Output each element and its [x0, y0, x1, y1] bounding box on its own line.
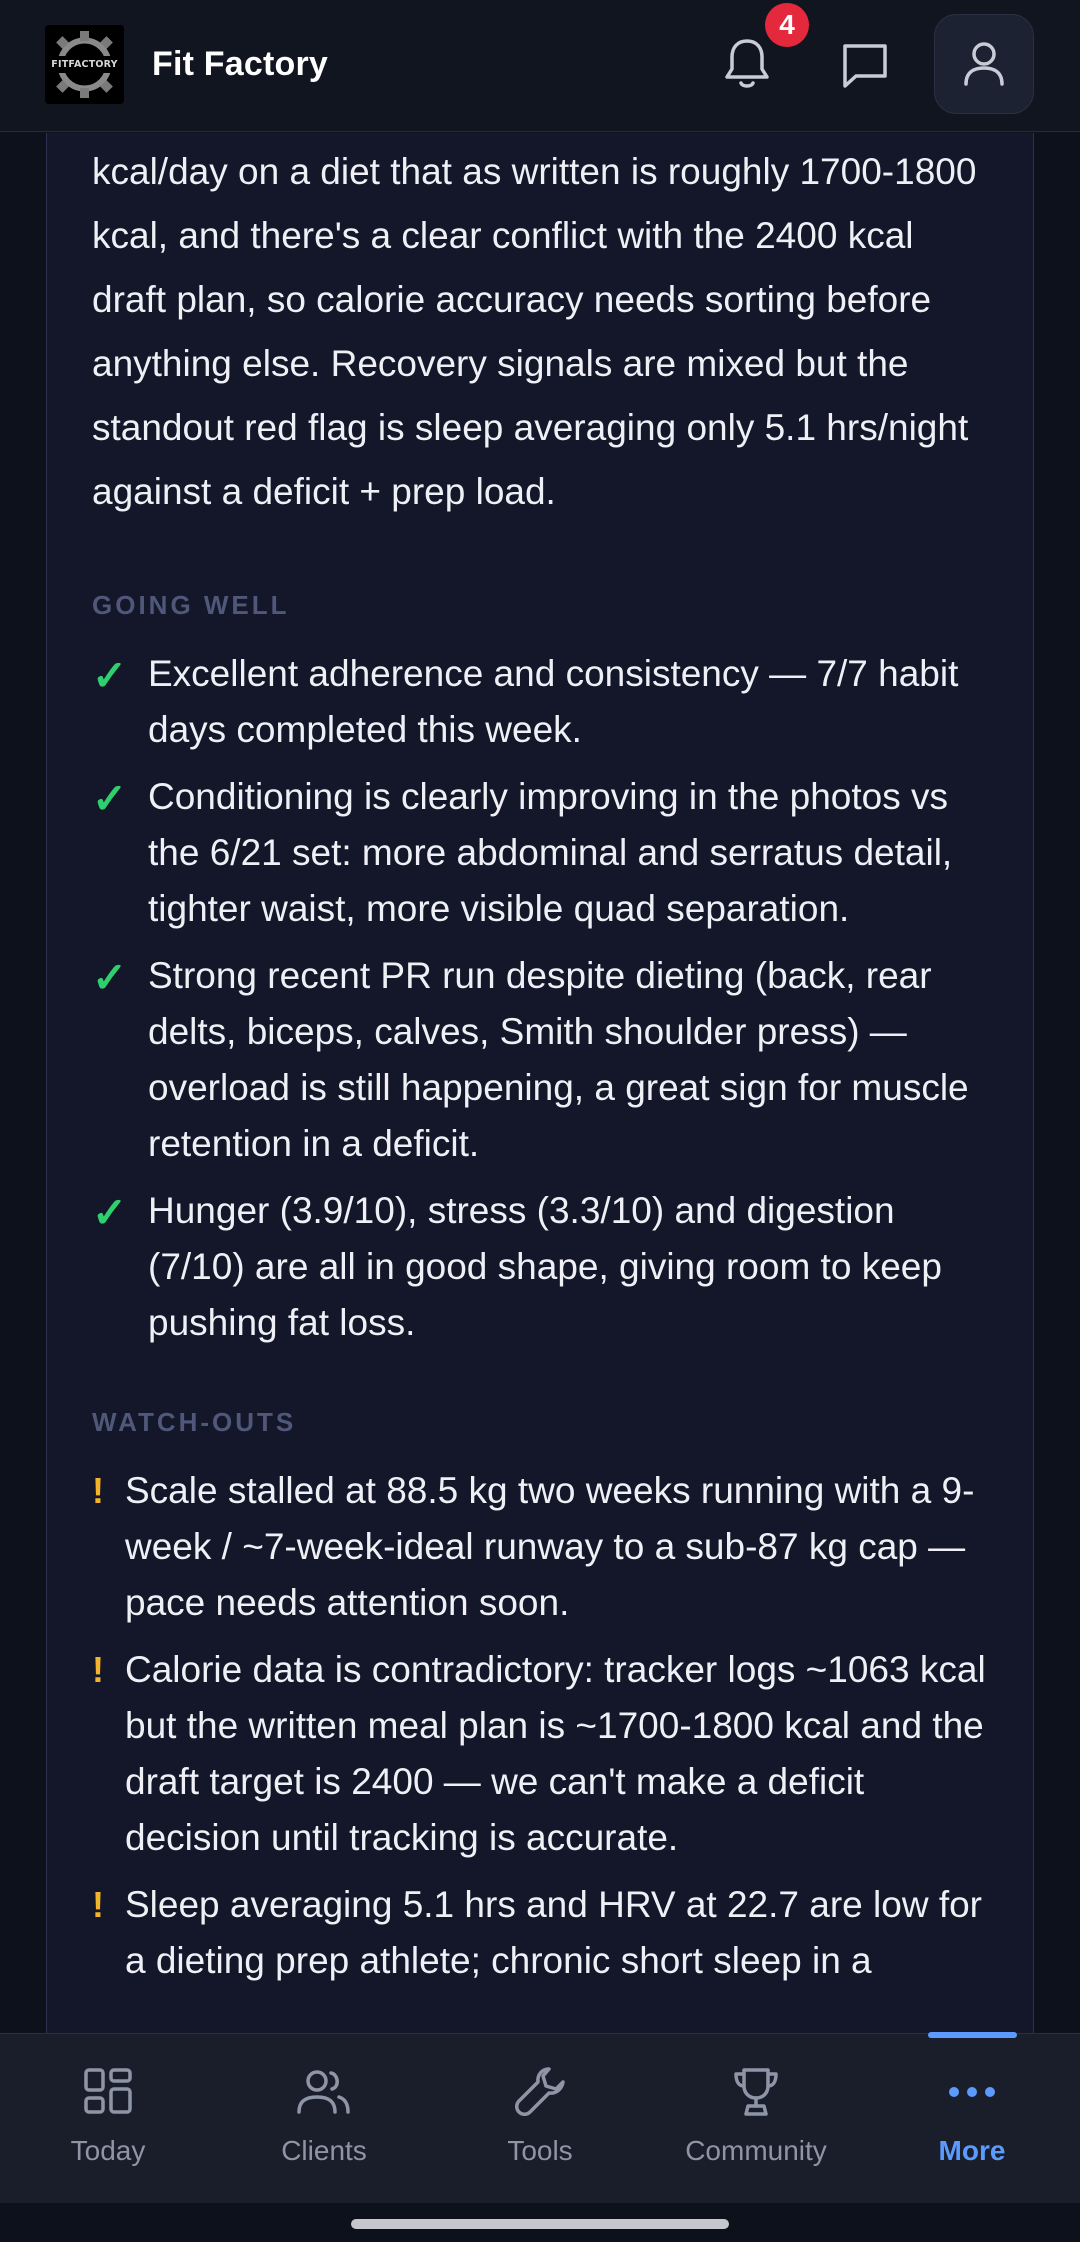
nav-label-clients: Clients: [281, 2135, 367, 2166]
list-item: ✓ Strong recent PR run despite dieting (…: [92, 948, 992, 1172]
wrench-icon: [432, 2062, 648, 2122]
bell-icon: [725, 39, 769, 88]
list-item: ! Scale stalled at 88.5 kg two weeks run…: [92, 1463, 992, 1631]
list-item: ✓ Hunger (3.9/10), stress (3.3/10) and d…: [92, 1183, 992, 1351]
summary-paragraph: kcal/day on a diet that as written is ro…: [92, 151, 977, 512]
nav-item-more[interactable]: More: [864, 2034, 1080, 2204]
fitfactory-logo[interactable]: FITFACTORY: [45, 25, 124, 104]
users-icon: [216, 2062, 432, 2122]
nav-label-more: More: [938, 2135, 1006, 2166]
nav-item-clients[interactable]: Clients: [216, 2034, 432, 2204]
nav-label-tools: Tools: [507, 2135, 573, 2166]
user-icon: [964, 42, 1004, 86]
list-item-text: Conditioning is clearly improving in the…: [148, 776, 953, 929]
bottom-navigation: Today Clients Tools Community More: [0, 2032, 1080, 2204]
nav-label-community: Community: [685, 2135, 827, 2166]
list-item: ! Calorie data is contradictory: tracker…: [92, 1642, 992, 1866]
checkmark-icon: ✓: [92, 1189, 128, 1236]
warning-icon: !: [92, 1649, 104, 1690]
list-item-text: Excellent adherence and consistency — 7/…: [148, 653, 959, 750]
messages-button[interactable]: [830, 30, 900, 100]
checkmark-icon: ✓: [92, 954, 128, 1001]
nav-item-community[interactable]: Community: [648, 2034, 864, 2204]
going-well-list: ✓ Excellent adherence and consistency — …: [92, 646, 992, 1351]
going-well-heading: GOING WELL: [92, 590, 290, 620]
list-item: ✓ Excellent adherence and consistency — …: [92, 646, 992, 758]
grid-icon: [0, 2062, 216, 2122]
trophy-icon: [648, 2062, 864, 2122]
warning-icon: !: [92, 1470, 104, 1511]
nav-label-today: Today: [70, 2135, 146, 2166]
list-item-text: Calorie data is contradictory: tracker l…: [125, 1649, 986, 1858]
review-content: kcal/day on a diet that as written is ro…: [92, 140, 992, 2000]
app-title: Fit Factory: [152, 45, 329, 83]
system-gesture-area: [0, 2203, 1080, 2242]
checkmark-icon: ✓: [92, 652, 128, 699]
watch-outs-list: ! Scale stalled at 88.5 kg two weeks run…: [92, 1463, 992, 1989]
list-item: ✓ Conditioning is clearly improving in t…: [92, 769, 992, 937]
home-gesture-handle[interactable]: [351, 2219, 729, 2229]
profile-button[interactable]: [934, 14, 1034, 114]
chat-bubble-icon: [843, 44, 887, 88]
list-item: ! Sleep averaging 5.1 hrs and HRV at 22.…: [92, 1877, 992, 1989]
list-item-text: Scale stalled at 88.5 kg two weeks runni…: [125, 1470, 975, 1623]
app-header: FITFACTORY Fit Factory 4: [0, 0, 1080, 132]
nav-item-tools[interactable]: Tools: [432, 2034, 648, 2204]
logo-text: FITFACTORY: [51, 59, 118, 70]
more-dots-icon: [864, 2062, 1080, 2122]
checkmark-icon: ✓: [92, 775, 128, 822]
nav-item-today[interactable]: Today: [0, 2034, 216, 2204]
list-item-text: Sleep averaging 5.1 hrs and HRV at 22.7 …: [125, 1884, 982, 1981]
warning-icon: !: [92, 1884, 104, 1925]
list-item-text: Strong recent PR run despite dieting (ba…: [148, 955, 969, 1164]
notification-count-badge: 4: [765, 3, 809, 47]
watch-outs-heading: WATCH-OUTS: [92, 1407, 297, 1437]
list-item-text: Hunger (3.9/10), stress (3.3/10) and dig…: [148, 1190, 942, 1343]
